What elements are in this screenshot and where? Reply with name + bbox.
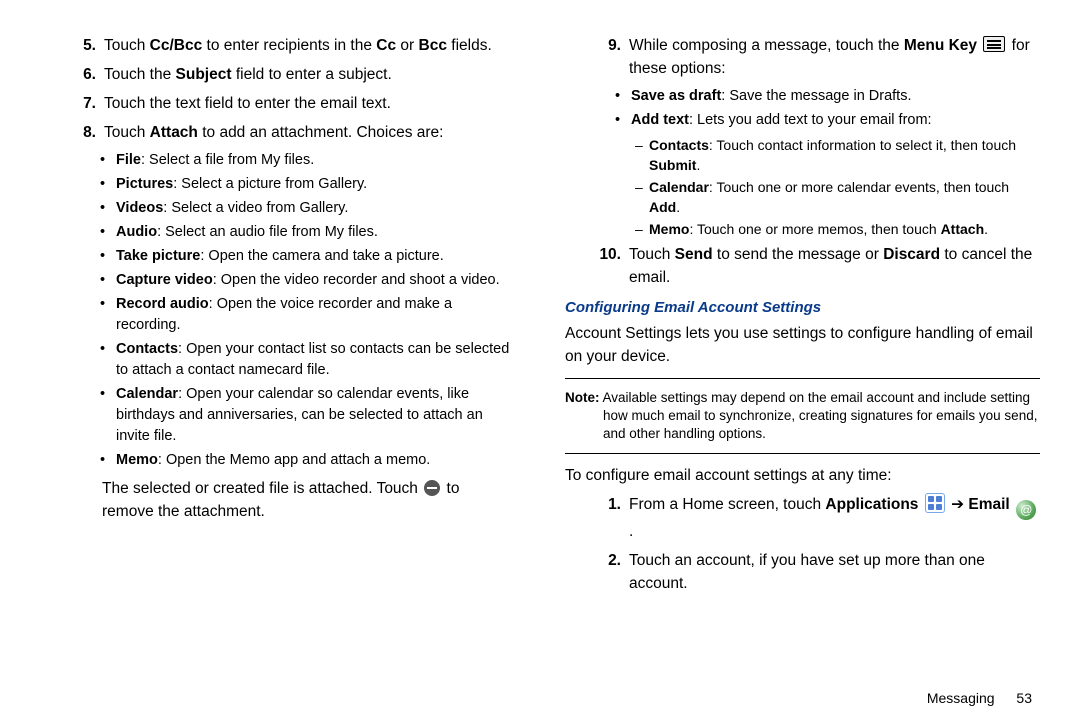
attach-option: File: Select a file from My files. (100, 150, 515, 171)
config-step-1: 1.From a Home screen, touch Applications… (565, 493, 1040, 543)
footer-page: 53 (1016, 690, 1032, 706)
attach-option: Take picture: Open the camera and take a… (100, 246, 515, 267)
menu-key-icon (983, 36, 1005, 52)
section-intro: Account Settings lets you use settings t… (565, 322, 1040, 368)
note-body: Available settings may depend on the ema… (603, 390, 1038, 441)
left-column: 5. Touch Cc/Bcc to enter recipients in th… (40, 30, 540, 710)
add-text-source: Memo: Touch one or more memos, then touc… (635, 219, 1040, 239)
attach-option: Contacts: Open your contact list so cont… (100, 339, 515, 381)
step-8: 8. Touch Attach to add an attachment. Cho… (40, 121, 515, 144)
note-label: Note: (565, 390, 600, 405)
divider (565, 378, 1040, 379)
step-body: Touch Cc/Bcc to enter recipients in the … (104, 34, 515, 57)
section-heading: Configuring Email Account Settings (565, 299, 1040, 316)
step-body: Touch the Subject field to enter a subje… (104, 63, 515, 86)
page-footer: Messaging 53 (927, 690, 1032, 706)
step-body: While composing a message, touch the Men… (629, 34, 1040, 80)
step-number: 8. (70, 121, 96, 144)
footer-section: Messaging (927, 690, 995, 706)
attach-options-list: File: Select a file from My files. Pictur… (40, 150, 515, 471)
step-body: Touch Attach to add an attachment. Choic… (104, 121, 515, 144)
step-number: 2. (595, 549, 621, 595)
divider (565, 453, 1040, 454)
attach-option: Pictures: Select a picture from Gallery. (100, 174, 515, 195)
after-attach-note: The selected or created file is attached… (102, 477, 515, 523)
attach-option: Record audio: Open the voice recorder an… (100, 294, 515, 336)
step-6: 6. Touch the Subject field to enter a sub… (40, 63, 515, 86)
attach-option: Memo: Open the Memo app and attach a mem… (100, 450, 515, 471)
arrow-icon: ➔ (951, 496, 964, 513)
step-number: 9. (595, 34, 621, 80)
step-body: Touch an account, if you have set up mor… (629, 549, 1040, 595)
step-body: From a Home screen, touch Applications ➔… (629, 493, 1040, 543)
attach-option: Capture video: Open the video recorder a… (100, 270, 515, 291)
step-number: 7. (70, 92, 96, 115)
add-text-sublist: Contacts: Touch contact information to s… (565, 135, 1040, 239)
steps-lead-in: To configure email account settings at a… (565, 464, 1040, 487)
attach-option: Videos: Select a video from Gallery. (100, 198, 515, 219)
step-9: 9.While composing a message, touch the M… (565, 34, 1040, 80)
config-step-2: 2.Touch an account, if you have set up m… (565, 549, 1040, 595)
right-column: 9.While composing a message, touch the M… (540, 30, 1040, 710)
step-number: 10. (595, 243, 621, 289)
note-block: Note: Available settings may depend on t… (565, 389, 1040, 443)
email-app-icon (1016, 500, 1036, 520)
step-5: 5. Touch Cc/Bcc to enter recipients in th… (40, 34, 515, 57)
attach-option: Audio: Select an audio file from My file… (100, 222, 515, 243)
add-text-source: Contacts: Touch contact information to s… (635, 135, 1040, 175)
menu-option: Save as draft: Save the message in Draft… (615, 86, 1040, 107)
step-number: 1. (595, 493, 621, 543)
step-10: 10. Touch Send to send the message or Dis… (565, 243, 1040, 289)
menu-option: Add text: Lets you add text to your emai… (615, 110, 1040, 131)
remove-attachment-icon (424, 480, 440, 496)
add-text-source: Calendar: Touch one or more calendar eve… (635, 177, 1040, 217)
applications-icon (925, 493, 945, 513)
attach-option: Calendar: Open your calendar so calendar… (100, 384, 515, 447)
step-body: Touch Send to send the message or Discar… (629, 243, 1040, 289)
step-body: Touch the text field to enter the email … (104, 92, 515, 115)
step-number: 5. (70, 34, 96, 57)
step-7: 7. Touch the text field to enter the emai… (40, 92, 515, 115)
menu-options-list: Save as draft: Save the message in Draft… (565, 86, 1040, 131)
step-number: 6. (70, 63, 96, 86)
